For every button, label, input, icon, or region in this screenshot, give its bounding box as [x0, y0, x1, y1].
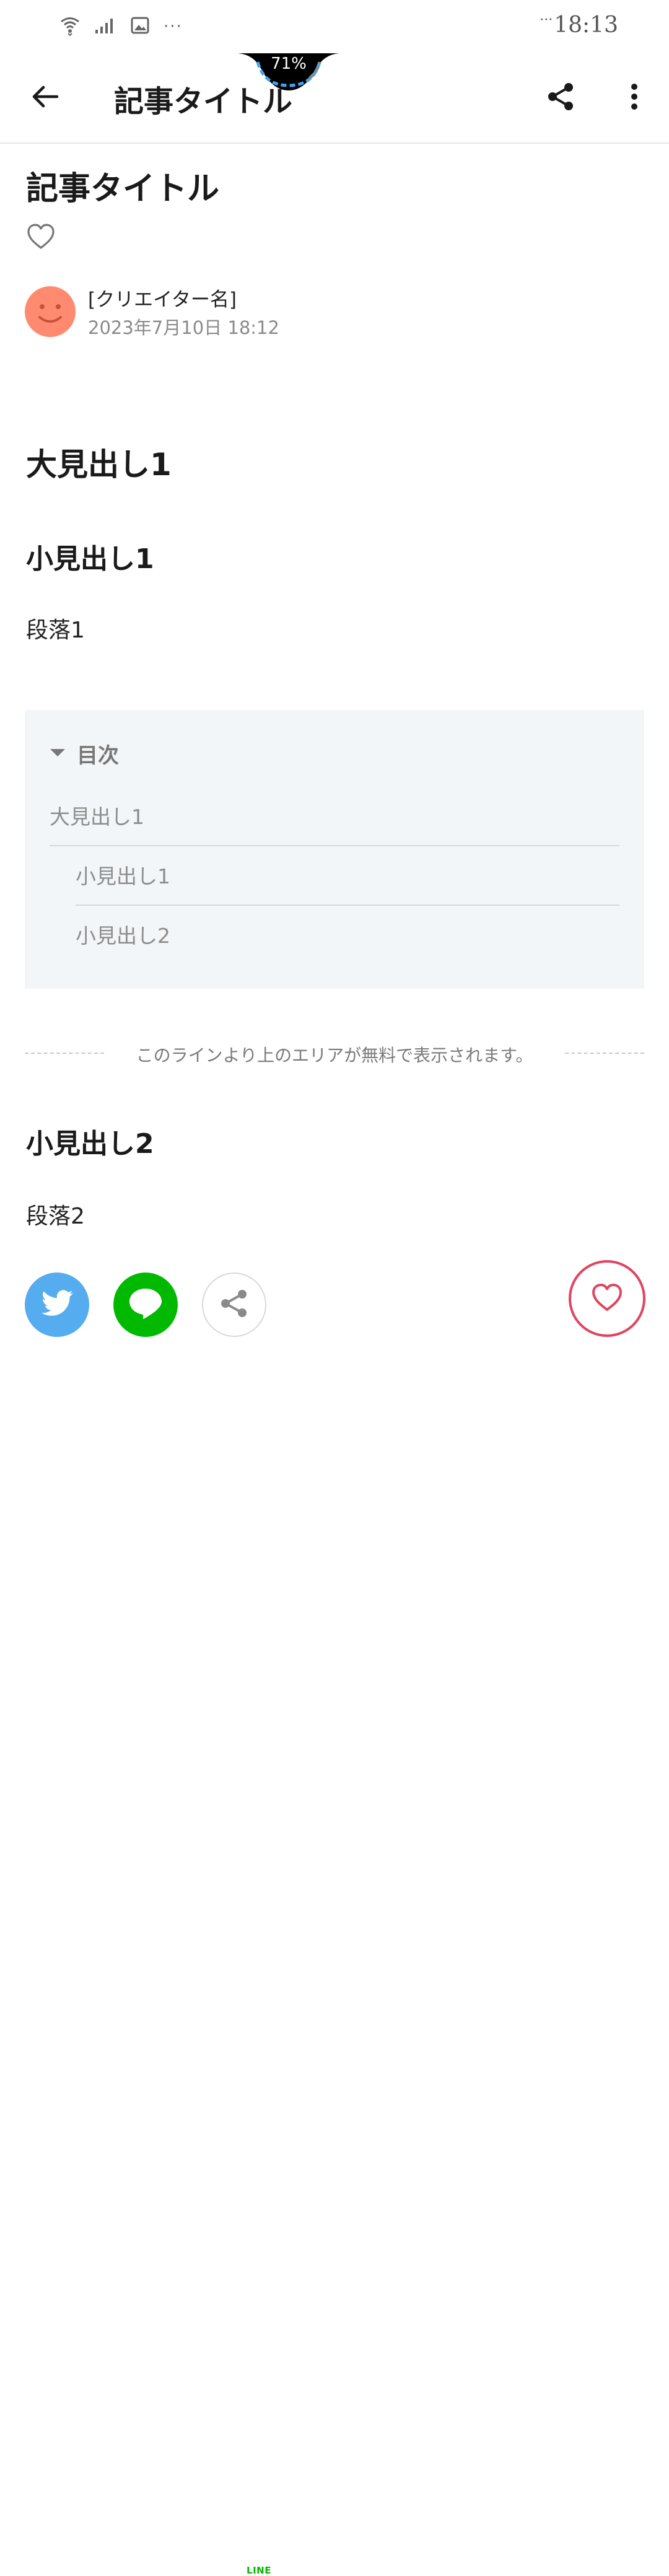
back-button[interactable]	[22, 76, 67, 120]
battery-notch: 71%	[238, 53, 339, 92]
author-name[interactable]: [クリエイター名]	[88, 284, 237, 312]
line-logo-text: LINE	[247, 2565, 271, 2576]
twitter-share-button[interactable]	[25, 1273, 89, 1337]
heading-small-2: 小見出し2	[26, 1128, 154, 1160]
more-options-button[interactable]	[612, 76, 657, 120]
twitter-icon	[40, 1289, 74, 1320]
line-share-button[interactable]: LINE	[113, 1273, 271, 2576]
heading-large-1: 大見出し1	[26, 447, 172, 483]
dashed-line-right	[565, 1053, 644, 1054]
toc-item[interactable]: 大見出し1	[50, 800, 144, 830]
caret-down-icon	[50, 748, 66, 760]
toc-divider	[76, 905, 619, 906]
status-time-dots: ···	[540, 12, 553, 28]
smiley-face-icon	[38, 304, 62, 323]
general-share-button[interactable]	[202, 1273, 266, 1337]
signal-icon	[94, 16, 116, 37]
dashed-line-left	[25, 1053, 104, 1054]
battery-percent: 71%	[271, 55, 307, 73]
author-avatar[interactable]	[25, 286, 76, 337]
article-title: 記事タイトル	[26, 170, 220, 208]
paragraph-1: 段落1	[26, 618, 85, 643]
heading-small-1: 小見出し1	[26, 543, 154, 575]
free-area-notice: このラインより上のエリアが無料で表示されます。	[136, 1045, 533, 1066]
toc-divider	[50, 845, 619, 846]
share-icon	[546, 82, 576, 114]
toc-item[interactable]: 小見出し2	[76, 919, 170, 949]
post-date: 2023年7月10日 18:12	[88, 317, 279, 338]
paragraph-2: 段落2	[26, 1204, 85, 1229]
wifi-icon	[59, 15, 81, 38]
heart-outline-icon	[590, 1282, 624, 1315]
free-area-divider: このラインより上のエリアが無料で表示されます。	[25, 1042, 644, 1066]
back-arrow-icon	[30, 82, 59, 114]
status-icons: ···	[59, 15, 183, 38]
more-vert-icon	[628, 82, 641, 114]
status-bar: ··· ···18:13	[0, 0, 669, 53]
table-of-contents: 目次 大見出し1 小見出し1 小見出し2	[25, 710, 644, 989]
image-icon	[130, 16, 150, 37]
heart-outline-icon	[25, 224, 57, 255]
toc-label: 目次	[77, 743, 119, 768]
status-time: 18:13	[554, 12, 618, 38]
line-icon: LINE	[128, 1287, 271, 2576]
share-button[interactable]	[539, 76, 584, 120]
status-overflow-dots: ···	[164, 17, 183, 36]
like-fab-button[interactable]	[569, 1260, 645, 1337]
status-time-group: ···18:13	[540, 12, 618, 38]
toc-item[interactable]: 小見出し1	[76, 860, 170, 890]
toc-toggle[interactable]: 目次	[50, 738, 119, 769]
share-icon	[219, 1288, 250, 1321]
article-like-button[interactable]	[25, 221, 57, 253]
